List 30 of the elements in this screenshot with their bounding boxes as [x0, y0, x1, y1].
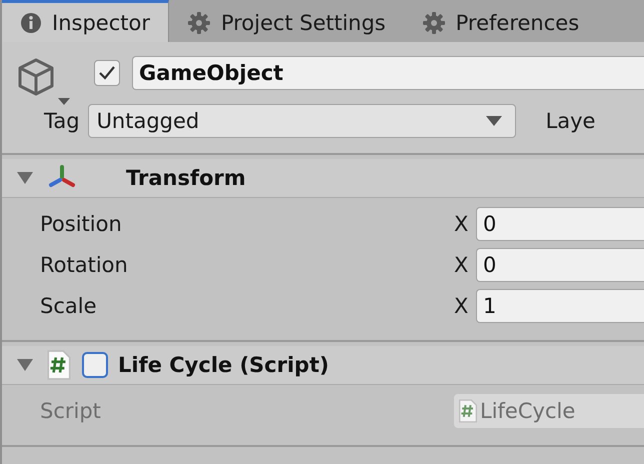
tab[interactable]: Project Settings — [168, 0, 404, 42]
layer-label: Laye — [546, 109, 596, 133]
checkbox[interactable] — [82, 352, 108, 378]
tag-dropdown[interactable]: Untagged — [88, 104, 516, 138]
settings-icon — [422, 10, 446, 34]
info-icon — [20, 12, 42, 34]
caret-icon — [484, 115, 503, 127]
property-label: Position — [40, 212, 123, 236]
number-field[interactable]: 0 — [476, 207, 644, 241]
component-title: Life Cycle (Script) — [118, 353, 329, 377]
checkbox[interactable] — [94, 60, 120, 86]
foldout-arrow[interactable] — [14, 171, 36, 185]
property-label: Rotation — [40, 253, 129, 277]
property-label: Script — [40, 399, 102, 423]
component-title: Transform — [126, 166, 246, 190]
axis-label: X — [454, 294, 470, 318]
axis-label: X — [454, 212, 470, 236]
settings-icon — [186, 10, 211, 34]
axis-label: X — [454, 253, 470, 277]
script-icon — [46, 350, 72, 380]
property-label: Scale — [40, 294, 98, 318]
tab[interactable]: Preferences — [404, 0, 598, 42]
tab[interactable]: Inspector — [2, 0, 169, 42]
number-field[interactable]: 0 — [476, 248, 644, 282]
tag-label: Tag — [44, 109, 80, 133]
script-icon — [458, 399, 478, 423]
check-icon — [98, 65, 116, 81]
name-field[interactable]: GameObject — [132, 56, 644, 90]
foldout-arrow[interactable] — [14, 358, 36, 372]
number-field[interactable]: 1 — [476, 289, 644, 323]
